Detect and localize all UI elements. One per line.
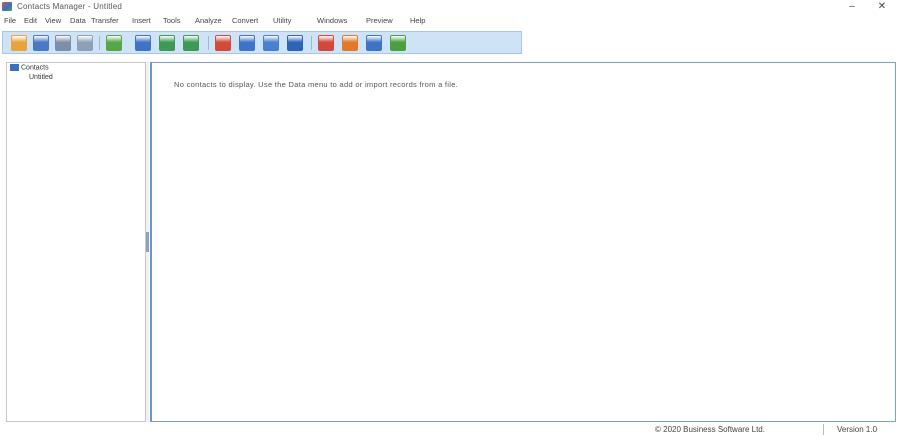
tree-child[interactable]: Untitled [29,74,53,83]
menu-help[interactable]: Help [410,16,425,25]
menu-utility[interactable]: Utility [273,16,291,25]
database-icon[interactable] [287,35,303,51]
status-version: Version 1.0 [837,425,878,434]
menu-edit[interactable]: Edit [24,16,37,25]
status-bar: © 2020 Business Software Ltd. Version 1.… [0,423,900,436]
print-preview-icon[interactable] [77,35,93,51]
menu-preview[interactable]: Preview [366,16,393,25]
tree-child-label: Untitled [29,74,53,81]
splitter-grip[interactable] [146,232,149,252]
app-icon [2,2,12,11]
menu-tools[interactable]: Tools [163,16,181,25]
menu-insert[interactable]: Insert [132,16,151,25]
menu-file[interactable]: File [4,16,16,25]
menu-transfer[interactable]: Transfer [91,16,119,25]
report-icon[interactable] [318,35,334,51]
menu-data[interactable]: Data [70,16,86,25]
grid-icon[interactable] [239,35,255,51]
menu-windows[interactable]: Windows [317,16,347,25]
save-icon[interactable] [33,35,49,51]
convert-icon[interactable] [342,35,358,51]
toolbar-separator [208,36,209,50]
toolbar-separator [311,36,312,50]
main-message: No contacts to display. Use the Data men… [174,80,459,89]
exit-icon[interactable] [390,35,406,51]
settings-icon[interactable] [366,35,382,51]
main-content: No contacts to display. Use the Data men… [150,62,896,422]
status-divider [823,424,824,435]
panel-splitter[interactable] [146,62,149,422]
menu-convert[interactable]: Convert [232,16,258,25]
minimize-button[interactable]: – [838,0,866,14]
tree-root-label: Contacts [21,64,49,72]
tree-panel: Contacts Untitled [6,62,146,422]
title-bar: Contacts Manager - Untitled – ✕ [0,0,900,14]
toolbar-separator [99,36,100,50]
menu-analyze[interactable]: Analyze [195,16,222,25]
calendar-icon[interactable] [215,35,231,51]
tree-root[interactable]: Contacts [10,64,49,73]
print-icon[interactable] [55,35,71,51]
toolbar [2,31,522,54]
tools-icon[interactable] [106,35,122,51]
status-company: © 2020 Business Software Ltd. [655,425,765,434]
folder-icon [10,64,19,71]
chart-icon[interactable] [263,35,279,51]
window-title: Contacts Manager - Untitled [17,2,123,11]
menu-bar: File Edit View Data Transfer Insert Tool… [0,15,900,28]
import-icon[interactable] [159,35,175,51]
export-icon[interactable] [183,35,199,51]
table-icon[interactable] [135,35,151,51]
menu-view[interactable]: View [45,16,61,25]
open-folder-icon[interactable] [11,35,27,51]
close-button[interactable]: ✕ [868,0,896,14]
